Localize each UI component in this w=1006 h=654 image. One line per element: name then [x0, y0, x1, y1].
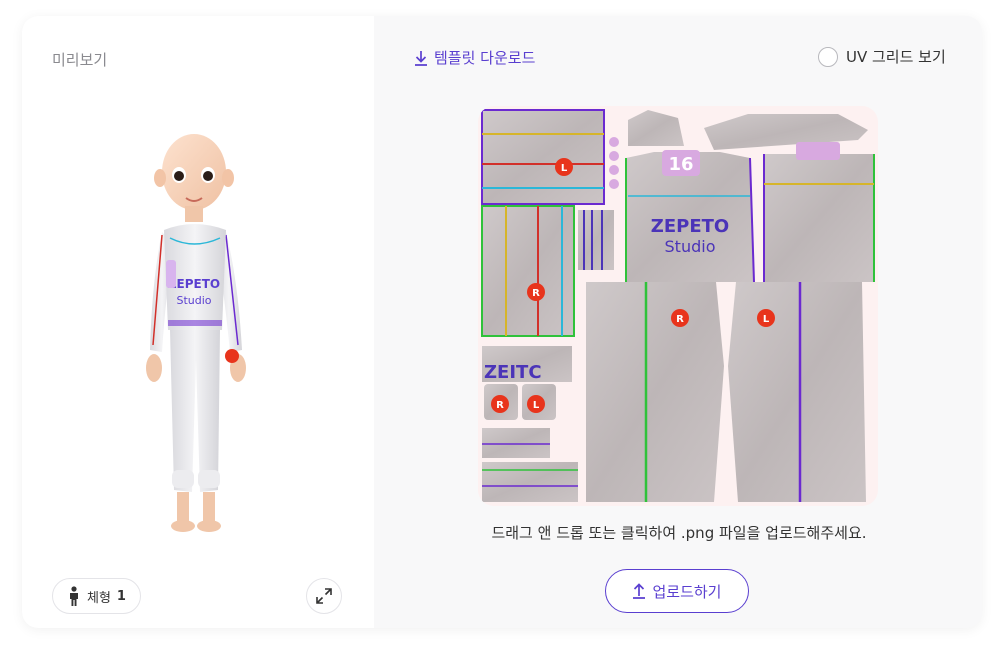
template-download-label: 템플릿 다운로드: [434, 49, 536, 67]
uv-marker-right-2: R: [676, 314, 684, 325]
uv-sleeve-text: ZEITC: [484, 362, 542, 383]
expand-icon: [316, 588, 332, 604]
avatar-preview[interactable]: ZEPETO Studio: [122, 120, 272, 540]
uv-grid-label: UV 그리드 보기: [846, 48, 946, 66]
uv-logo-line2: Studio: [665, 237, 716, 256]
body-type-label: 체형: [87, 590, 111, 606]
uv-grid-radio[interactable]: [818, 46, 838, 67]
avatar-figure: ZEPETO Studio: [146, 134, 246, 532]
upload-button[interactable]: 업로드하기: [605, 569, 749, 613]
uv-pocket-number: 16: [668, 154, 693, 175]
uv-marker-right-3: R: [496, 400, 504, 411]
uv-marker-left-1: L: [561, 163, 568, 174]
expand-button[interactable]: [306, 578, 342, 614]
preview-title: 미리보기: [52, 51, 108, 69]
avatar-logo-line2: Studio: [176, 294, 211, 307]
uv-logo-line1: ZEPETO: [651, 216, 729, 237]
uv-marker-left-2: L: [763, 314, 770, 325]
uv-marker-right-1: R: [532, 288, 540, 299]
uv-marker-left-3: L: [533, 400, 540, 411]
avatar-marker-left: [225, 349, 239, 363]
preview-panel: 미리보기 ZEPETO Studio 체형 1: [22, 16, 374, 628]
body-type-value: 1: [116, 588, 126, 604]
person-icon: [70, 586, 78, 606]
uv-texture-image: L 16 ZEPETO Studio R R L ZEITC R L: [481, 109, 875, 502]
upload-icon: [633, 583, 646, 599]
uv-texture-dropzone[interactable]: L 16 ZEPETO Studio R R L ZEITC R L: [478, 106, 878, 506]
upload-hint: 드래그 앤 드롭 또는 클릭하여 .png 파일을 업로드해주세요.: [491, 524, 867, 542]
body-type-button[interactable]: 체형 1: [52, 578, 141, 614]
template-download-link[interactable]: 템플릿 다운로드: [414, 47, 535, 68]
download-icon: [415, 50, 427, 66]
editor-card: 미리보기 ZEPETO Studio 체형 1 템플릿 다운로드 UV 그리드 …: [22, 16, 982, 628]
upload-button-label: 업로드하기: [652, 582, 722, 601]
uv-grid-toggle[interactable]: UV 그리드 보기: [818, 46, 946, 67]
